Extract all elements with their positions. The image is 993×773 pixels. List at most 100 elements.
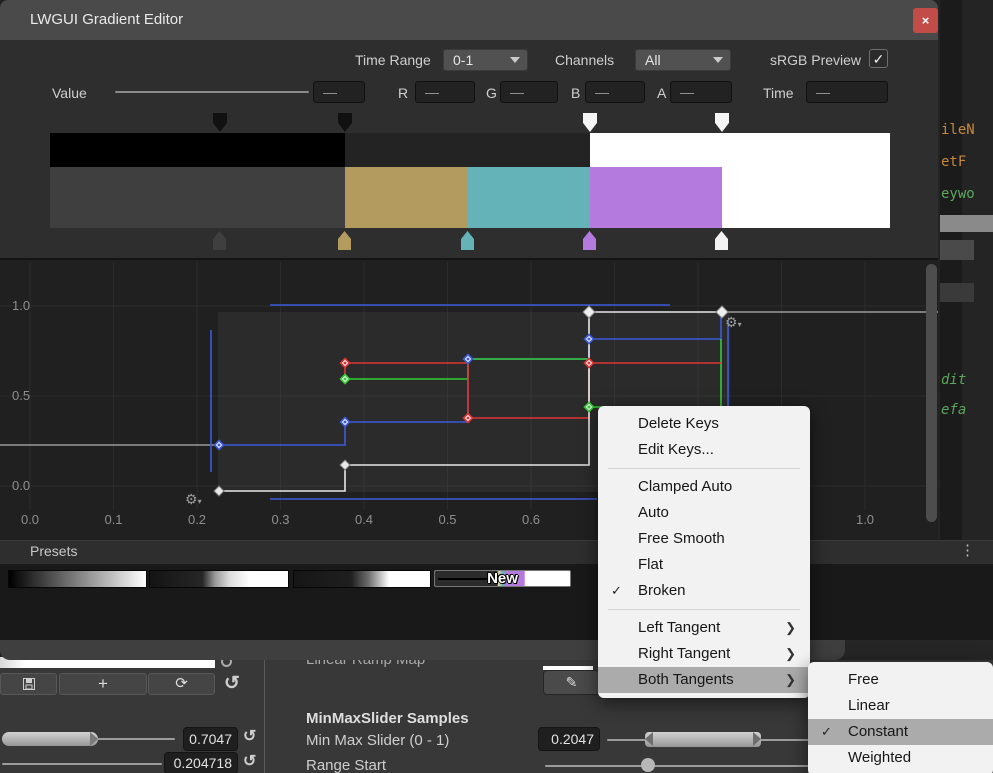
submenu-item-weighted[interactable]: Weighted [808,745,993,771]
x-tick-label: 0.5 [438,512,456,527]
menu-item-label: Delete Keys [638,415,719,432]
menu-item-broken[interactable]: ✓ Broken [598,578,810,604]
range-start-thumb[interactable] [641,758,655,772]
undo-icon[interactable]: ↻ [243,751,256,771]
undo-icon[interactable]: ↻ [224,672,240,695]
b-field[interactable]: — [585,81,645,103]
menu-item-delete-keys[interactable]: Delete Keys [598,411,810,437]
menu-item-left-tangent[interactable]: Left Tangent❯ [598,615,810,641]
menu-item-clamped-auto[interactable]: Clamped Auto [598,474,810,500]
slider1-value[interactable]: 0.7047 [183,727,238,751]
slider2-track[interactable] [2,763,162,765]
x-tick-label: 1.0 [856,512,874,527]
background-ui-block [940,215,993,232]
panel-divider [264,660,265,773]
g-field[interactable]: — [500,81,558,103]
value-label: Value [52,85,87,101]
slider1-cap-icon [90,732,98,746]
menu-item-free-smooth[interactable]: Free Smooth [598,526,810,552]
r-field[interactable]: — [415,81,475,103]
submenu-item-free[interactable]: Free [808,667,993,693]
channels-label: Channels [555,52,614,68]
menu-item-label: Both Tangents [638,671,734,688]
menu-item-label: Constant [848,723,908,740]
submenu-item-linear[interactable]: Linear [808,693,993,719]
add-button[interactable]: + [59,673,147,695]
minmax-value[interactable]: 0.2047 [538,727,600,751]
x-tick-label: 0.3 [271,512,289,527]
a-field[interactable]: — [670,81,732,103]
screen: ileNetFeywoditefa LWGUI Gradient Editor … [0,0,993,773]
vertical-scrollbar-handle[interactable] [926,264,937,522]
minmax-right-cap-icon [753,732,761,746]
srgb-preview-checkbox[interactable]: ✓ [869,49,888,68]
menu-item-flat[interactable]: Flat [598,552,810,578]
submenu-item-constant[interactable]: ✓ Constant [808,719,993,745]
value-field[interactable]: — [313,81,365,103]
menu-separator [608,468,800,469]
chevron-down-icon [510,57,520,63]
gradient-band [468,167,590,228]
refresh-button[interactable]: ⟳ [148,673,215,695]
preset-swatch[interactable] [293,570,431,588]
minmax-slider-handle[interactable] [645,732,761,747]
menu-separator [608,609,800,610]
gradient-band [722,167,890,228]
gradient-band [590,167,722,228]
slider1-handle[interactable] [2,732,98,746]
x-tick-label: 0.6 [522,512,540,527]
check-icon: ✓ [873,51,885,67]
gradient-color-band[interactable] [50,167,890,228]
channels-dropdown[interactable]: All [635,49,731,71]
minmax-left-cap-icon [645,732,653,746]
channels-value: All [645,52,661,68]
edit-ramp-button[interactable]: ✎ [543,670,600,695]
a-label: A [657,85,666,101]
kebab-menu-icon[interactable]: ⋮ [960,541,975,559]
background-ui-block [940,283,974,302]
window-titlebar[interactable]: LWGUI Gradient Editor [0,0,938,40]
menu-item-right-tangent[interactable]: Right Tangent❯ [598,641,810,667]
menu-item-label: Right Tangent [638,645,730,662]
menu-item-edit-keys[interactable]: Edit Keys... [598,437,810,463]
presets-header [0,540,993,564]
close-button[interactable]: × [913,8,938,33]
time-range-value: 0-1 [453,52,473,68]
new-preset-button[interactable]: New [434,570,571,587]
floppy-icon [23,678,35,690]
check-icon: ✓ [821,719,832,745]
gear-icon[interactable]: ⚙▾ [725,314,742,331]
gradient-band [345,133,590,167]
menu-item-auto[interactable]: Auto [598,500,810,526]
gradient-band [590,133,890,167]
preset-swatch[interactable] [8,570,147,588]
refresh-icon: ⟳ [175,675,188,692]
save-preset-button[interactable] [0,673,57,695]
value-slider[interactable] [115,91,309,93]
range-start-label: Range Start [306,757,386,773]
code-text: etF [941,154,966,170]
range-start-track[interactable] [545,765,820,767]
time-field[interactable]: — [806,81,888,103]
slider2-value[interactable]: 0.204718 [164,752,238,773]
code-text: eywo [941,186,975,202]
window-title: LWGUI Gradient Editor [30,11,183,28]
menu-item-label: Broken [638,582,686,599]
code-text: ileN [941,122,975,138]
code-text: efa [941,402,966,418]
new-preset-label: New [487,570,518,586]
undo-icon[interactable]: ↻ [243,726,256,746]
menu-item-label: Linear [848,697,890,714]
gradient-alpha-band[interactable] [50,133,890,167]
preset-swatch[interactable] [149,570,289,588]
x-tick-label: 0.2 [188,512,206,527]
menu-item-label: Weighted [848,749,911,766]
menu-item-label: Free Smooth [638,530,725,547]
time-range-dropdown[interactable]: 0-1 [443,49,528,71]
y-tick-label: 1.0 [12,298,30,313]
gear-icon[interactable]: ⚙▾ [185,491,202,508]
check-icon: ✓ [611,578,622,604]
gradient-band [345,167,468,228]
menu-item-both-tangents[interactable]: Both Tangents ❯ [598,667,810,693]
submenu-arrow-icon: ❯ [785,667,796,693]
